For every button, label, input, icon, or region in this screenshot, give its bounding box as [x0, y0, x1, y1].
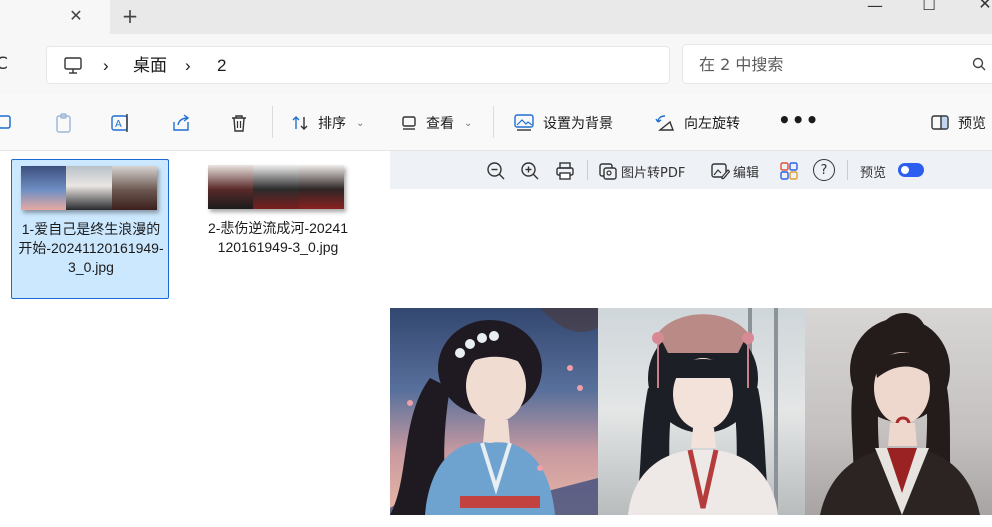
rotate-left-label: 向左旋转 — [684, 116, 740, 132]
rename-icon[interactable]: A — [110, 112, 132, 134]
svg-text:A: A — [115, 119, 122, 130]
preview-pane-icon — [931, 115, 949, 130]
address-bar[interactable]: › 桌面 › 2 — [46, 46, 670, 84]
portrait-illustration — [628, 308, 778, 515]
command-bar: A 排序 ⌄ 查看 ⌄ 设置为背景 向左旋转 ••• 预览 — [0, 94, 992, 151]
image-panel-2 — [598, 308, 805, 515]
chevron-down-icon: ⌄ — [464, 117, 473, 129]
edit-button[interactable]: 编辑 — [710, 160, 759, 182]
breadcrumb-desktop[interactable]: 桌面 — [133, 56, 167, 76]
image-panel-1 — [390, 308, 598, 515]
wallpaper-icon — [514, 114, 534, 131]
image-to-pdf-button[interactable]: 图片转PDF — [598, 160, 685, 182]
preview-pane-button[interactable]: 预览 — [930, 107, 986, 139]
file-name: 2-悲伤逆流成河-20241120161949-3_0.jpg — [207, 220, 349, 255]
close-window-button[interactable]: ✕ — [970, 0, 992, 21]
sort-label: 排序 — [318, 116, 346, 132]
file-item[interactable]: 2-悲伤逆流成河-20241120161949-3_0.jpg — [199, 159, 357, 299]
chevron-down-icon: ⌄ — [356, 117, 365, 129]
view-label: 查看 — [426, 116, 454, 132]
breadcrumb-separator[interactable]: › — [185, 56, 191, 76]
search-box[interactable]: 在 2 中搜索 — [682, 44, 992, 84]
file-name: 1-爱自己是终生浪漫的开始-20241120161949-3_0.jpg — [18, 221, 164, 275]
search-placeholder: 在 2 中搜索 — [699, 55, 784, 74]
help-icon[interactable]: ? — [813, 159, 835, 181]
tab-bar: ✕ + — ☐ ✕ — [0, 0, 992, 34]
file-item[interactable]: 1-爱自己是终生浪漫的开始-20241120161949-3_0.jpg — [11, 159, 169, 299]
zoom-out-icon[interactable] — [486, 160, 506, 182]
refresh-icon[interactable]: C — [0, 54, 8, 74]
sort-button[interactable]: 排序 ⌄ — [290, 107, 364, 139]
image-to-pdf-label: 图片转PDF — [621, 165, 686, 181]
preview-toolbar: 图片转PDF 编辑 ? 预览 — [390, 151, 992, 189]
apps-grid-icon[interactable] — [779, 160, 799, 182]
share-icon[interactable] — [170, 112, 192, 134]
search-icon[interactable] — [972, 57, 986, 71]
rotate-left-button[interactable]: 向左旋转 — [654, 107, 740, 139]
edit-image-icon — [711, 163, 730, 180]
preview-pane: 图片转PDF 编辑 ? 预览 — [390, 151, 992, 527]
toolbar-divider — [587, 160, 588, 180]
portrait-illustration — [390, 308, 598, 515]
preview-toggle-switch[interactable] — [898, 163, 924, 177]
edit-label: 编辑 — [733, 165, 760, 181]
more-options-button[interactable]: ••• — [778, 108, 819, 132]
minimize-button[interactable]: — — [860, 0, 890, 24]
view-button[interactable]: 查看 ⌄ — [400, 107, 472, 139]
toolbar-divider — [493, 106, 494, 138]
breadcrumb-folder[interactable]: 2 — [217, 56, 226, 76]
file-thumbnail — [208, 165, 344, 209]
preview-pane-label: 预览 — [958, 116, 986, 132]
zoom-in-icon[interactable] — [520, 160, 540, 182]
new-tab-icon[interactable]: + — [118, 5, 142, 29]
paste-icon[interactable] — [53, 112, 75, 134]
image-panel-3 — [805, 308, 992, 515]
sort-icon — [292, 116, 308, 130]
file-explorer-window: ✕ + — ☐ ✕ C › 桌面 › 2 在 2 中搜索 A 排序 ⌄ 查看 ⌄… — [0, 0, 992, 527]
preview-toggle-label: 预览 — [860, 165, 887, 181]
rotate-left-icon — [655, 115, 675, 131]
tab-close-icon[interactable]: ✕ — [66, 6, 86, 26]
address-row: C › 桌面 › 2 在 2 中搜索 — [0, 34, 992, 94]
preview-image — [390, 308, 992, 515]
print-icon[interactable] — [555, 160, 575, 182]
file-list-pane: 1-爱自己是终生浪漫的开始-20241120161949-3_0.jpg 2-悲… — [0, 151, 390, 527]
delete-icon[interactable] — [228, 112, 250, 134]
portrait-illustration — [820, 313, 980, 515]
image-to-pdf-icon — [599, 163, 617, 180]
copy-icon[interactable] — [0, 112, 16, 134]
active-tab[interactable]: ✕ — [0, 0, 110, 34]
toolbar-divider — [847, 160, 848, 180]
set-as-background-label: 设置为背景 — [543, 116, 613, 132]
file-thumbnail — [21, 166, 157, 210]
maximize-button[interactable]: ☐ — [914, 0, 944, 22]
computer-icon — [64, 57, 82, 74]
toolbar-divider — [272, 106, 273, 138]
breadcrumb-separator[interactable]: › — [103, 56, 109, 76]
set-as-background-button[interactable]: 设置为背景 — [513, 107, 613, 139]
view-icon — [402, 116, 416, 130]
